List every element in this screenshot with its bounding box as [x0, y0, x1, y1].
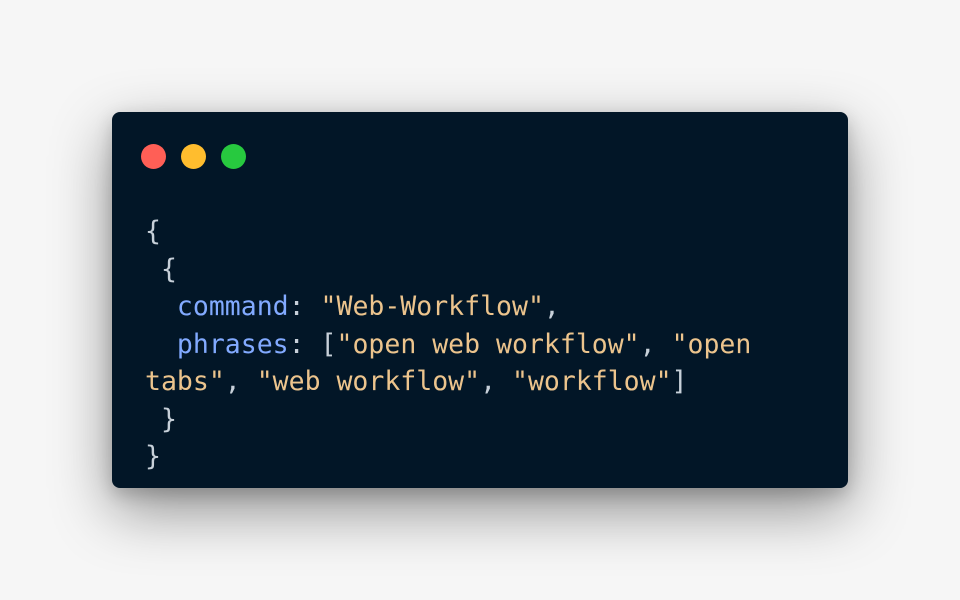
phrase-comma: ,	[480, 366, 512, 397]
code-line-4: phrases: ["open web workflow", "open tab…	[145, 326, 835, 401]
code-window: { { command: "Web-Workflow", phrases: ["…	[112, 112, 848, 488]
phrase-comma: ,	[639, 328, 672, 360]
command-separator: :	[288, 291, 321, 322]
maximize-window-dot[interactable]	[221, 144, 246, 169]
command-comma: ,	[543, 291, 560, 322]
phrase-item: "workflow"	[512, 366, 672, 397]
code-line-2: {	[145, 251, 835, 289]
minimize-window-dot[interactable]	[181, 144, 206, 169]
phrase-item: "web workflow"	[256, 366, 481, 397]
code-line-7: }	[145, 438, 835, 476]
phrase-comma: ,	[224, 366, 257, 397]
close-brace-outer: }	[145, 441, 161, 472]
phrases-separator: :	[288, 328, 321, 360]
code-line-6: }	[145, 401, 835, 439]
close-brace-inner: }	[160, 403, 177, 435]
code-line-1: {	[145, 213, 835, 251]
command-value: "Web-Workflow"	[320, 291, 544, 322]
code-block: { { command: "Web-Workflow", phrases: ["…	[145, 213, 835, 476]
code-line-3: command: "Web-Workflow",	[145, 288, 835, 326]
close-window-dot[interactable]	[141, 144, 166, 169]
command-key: command	[176, 291, 289, 322]
phrases-close-bracket: ]	[671, 366, 688, 397]
open-brace-inner: {	[160, 253, 177, 285]
open-brace-outer: {	[145, 216, 161, 247]
phrases-key: phrases	[176, 328, 289, 360]
phrase-item: "open web workflow"	[336, 328, 640, 360]
phrases-open-bracket: [	[320, 328, 337, 360]
